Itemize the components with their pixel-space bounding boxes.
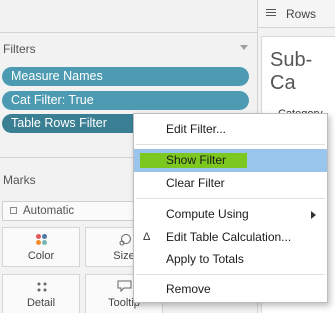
menu-item-show-filter[interactable]: Show Filter (134, 149, 327, 172)
rows-shelf[interactable]: Rows (258, 0, 335, 28)
menu-item-apply-to-totals[interactable]: Apply to Totals (134, 248, 327, 271)
size-icon (119, 234, 131, 246)
color-icon (36, 234, 48, 246)
menu-item-remove[interactable]: Remove (134, 278, 327, 301)
filters-dropdown-caret-icon[interactable] (240, 45, 248, 50)
menu-item-compute-using[interactable]: Compute Using (134, 203, 327, 226)
mark-type-value: Automatic (23, 205, 75, 217)
menu-item-label: Edit Table Calculation... (166, 230, 292, 244)
filters-header: Filters (3, 42, 36, 56)
menu-separator (136, 274, 325, 275)
marks-detail-label: Detail (26, 297, 56, 309)
menu-item-clear-filter[interactable]: Clear Filter (134, 172, 327, 195)
pages-shelf (0, 0, 257, 33)
menu-item-label: Edit Filter... (166, 122, 227, 136)
filter-pill-cat-filter[interactable]: Cat Filter: True (2, 91, 249, 110)
sheet-title: Sub-Ca (270, 49, 313, 94)
submenu-arrow-icon (311, 211, 316, 219)
delta-icon: Δ (143, 231, 151, 243)
menu-item-label: Clear Filter (166, 176, 225, 190)
workspace: Filters Measure Names Cat Filter: True T… (0, 0, 335, 313)
menu-item-label: Compute Using (166, 207, 249, 221)
menu-separator (136, 198, 325, 199)
marks-color-button[interactable]: Color (2, 227, 80, 267)
rows-shelf-label: Rows (286, 7, 317, 21)
marks-detail-button[interactable]: Detail (2, 274, 80, 313)
rows-icon (266, 9, 276, 17)
menu-item-label: Show Filter (166, 153, 227, 167)
tooltip-icon (117, 280, 132, 293)
filter-pill-measure-names[interactable]: Measure Names (2, 67, 249, 86)
marks-color-label: Color (27, 250, 55, 262)
marks-header: Marks (3, 173, 36, 187)
filter-context-menu: Edit Filter... Show Filter Clear Filter … (133, 113, 328, 303)
detail-icon (37, 282, 47, 292)
menu-item-label: Apply to Totals (166, 252, 244, 266)
menu-item-edit-table-calculation[interactable]: Δ Edit Table Calculation... (134, 226, 327, 249)
menu-item-label: Remove (166, 282, 211, 296)
automatic-mark-icon (10, 207, 17, 214)
menu-separator (136, 144, 325, 145)
menu-item-edit-filter[interactable]: Edit Filter... (134, 118, 327, 141)
